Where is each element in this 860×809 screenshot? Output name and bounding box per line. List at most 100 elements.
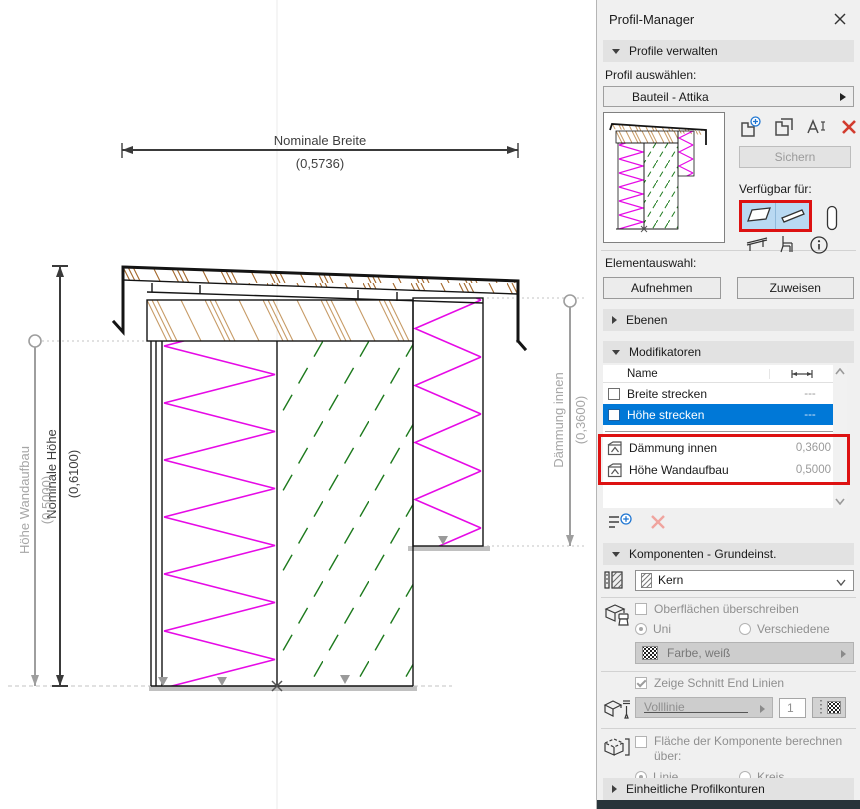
section-label: Modifikatoren xyxy=(629,345,701,359)
available-beam-toggle[interactable] xyxy=(776,203,809,229)
modifier-label: Höhe Wandaufbau xyxy=(629,463,779,477)
collapse-icon xyxy=(612,350,620,355)
farbe-value: Farbe, weiß xyxy=(667,646,730,660)
sichern-button[interactable]: Sichern xyxy=(739,146,851,168)
linientyp-dropdown[interactable]: Volllinie xyxy=(635,697,773,718)
wall-icon xyxy=(746,206,772,226)
area-calc-icon xyxy=(603,734,631,760)
checkbox[interactable] xyxy=(608,409,620,421)
component-name: Kern xyxy=(658,573,683,587)
modifier-label: Höhe strecken xyxy=(627,408,787,422)
info-icon[interactable] xyxy=(809,235,829,255)
dim-modifier-row-daemmung[interactable]: Dämmung innen 0,3600 xyxy=(603,437,847,459)
drawing-canvas[interactable]: Nominale Breite (0,5736) Nominale Höhe (… xyxy=(0,0,596,809)
chevron-right-icon xyxy=(840,93,846,101)
scroll-up-icon[interactable] xyxy=(835,368,845,375)
modifier-row-breite[interactable]: Breite strecken --- xyxy=(603,383,847,404)
panel-title: Profil-Manager xyxy=(609,12,694,27)
delete-profile-icon[interactable] xyxy=(839,117,859,137)
uni-label: Uni xyxy=(653,622,671,636)
column-icon[interactable] xyxy=(825,205,839,231)
section-ebenen[interactable]: Ebenen xyxy=(603,309,854,331)
dim-modifier-row-wandaufbau[interactable]: Höhe Wandaufbau 0,5000 xyxy=(603,459,847,481)
dimension-icon xyxy=(789,369,815,379)
profile-preview xyxy=(603,112,725,243)
chevron-right-icon xyxy=(760,705,765,713)
verschiedene-label: Verschiedene xyxy=(757,622,830,636)
verschiedene-radio[interactable] xyxy=(739,623,751,635)
component-select[interactable]: Kern xyxy=(635,570,854,591)
oberflaechen-checkbox[interactable] xyxy=(635,603,647,615)
profil-auswaehlen-label: Profil auswählen: xyxy=(605,68,854,84)
flaeche-label-line1: Fläche der Komponente berechnen xyxy=(654,734,842,748)
availability-annotation-box xyxy=(739,200,812,232)
delete-modifier-icon-disabled[interactable] xyxy=(649,513,667,531)
add-modifier-icon[interactable] xyxy=(607,512,633,532)
dim-hoehe-wandaufbau: Höhe Wandaufbau (0,5000) xyxy=(17,335,54,686)
dimension-modifier-icon xyxy=(607,441,623,456)
cut-lines-icon xyxy=(603,697,631,721)
modifier-label: Dämmung innen xyxy=(629,441,779,455)
oberflaechen-label: Oberflächen überschreiben xyxy=(654,602,799,616)
farbe-dropdown[interactable]: Farbe, weiß xyxy=(635,642,854,664)
verfuegbar-label: Verfügbar für: xyxy=(739,182,859,197)
profile-hatches xyxy=(123,267,518,686)
new-profile-icon[interactable] xyxy=(739,116,762,138)
railing-icon[interactable] xyxy=(745,236,769,252)
material-swatch-icon xyxy=(642,646,658,660)
duplicate-profile-icon[interactable] xyxy=(773,116,795,138)
section-label: Komponenten - Grundeinst. xyxy=(629,547,776,561)
pen-swatch-icon xyxy=(827,701,841,714)
dim-breite-label: Nominale Breite xyxy=(274,133,367,148)
pen-color-button[interactable] xyxy=(812,697,846,718)
list-scrollbar[interactable] xyxy=(833,365,847,508)
dim-daemmung-value: (0,3600) xyxy=(573,396,588,444)
schnitt-linien-checkbox[interactable] xyxy=(635,677,647,689)
beam-icon xyxy=(780,206,806,226)
dim-wandaufbau-value: (0,5000) xyxy=(39,476,54,524)
section-einheitliche-profilkonturen[interactable]: Einheitliche Profilkonturen xyxy=(603,778,854,800)
dim-wandaufbau-label: Höhe Wandaufbau xyxy=(17,446,32,554)
flaeche-checkbox[interactable] xyxy=(635,736,647,748)
section-komponenten[interactable]: Komponenten - Grundeinst. xyxy=(603,543,854,565)
linetype-preview xyxy=(644,712,748,713)
profil-manager-panel: Profil-Manager Profile verwalten Profil … xyxy=(596,0,860,809)
close-icon[interactable] xyxy=(832,11,848,27)
object-chair-icon[interactable] xyxy=(779,234,795,254)
expand-icon xyxy=(612,785,617,793)
collapse-icon xyxy=(612,49,620,54)
scroll-down-icon[interactable] xyxy=(835,498,845,505)
available-wall-toggle[interactable] xyxy=(742,203,775,229)
modifier-list: Name Breite strecken --- Höhe strecken -… xyxy=(603,365,847,508)
section-label: Profile verwalten xyxy=(629,44,718,58)
dim-daemmung-innen: Dämmung innen (0,3600) xyxy=(551,295,588,546)
component-swatch-icon xyxy=(641,573,652,588)
uni-radio[interactable] xyxy=(635,623,647,635)
divider xyxy=(601,728,856,729)
zuweisen-button[interactable]: Zuweisen xyxy=(737,277,855,299)
dim-daemmung-label: Dämmung innen xyxy=(551,372,566,467)
dim-nominale-breite: Nominale Breite (0,5736) xyxy=(122,133,518,171)
section-label: Einheitliche Profilkonturen xyxy=(626,782,765,796)
section-profile-verwalten[interactable]: Profile verwalten xyxy=(603,40,854,62)
dimension-modifier-icon xyxy=(607,463,623,478)
expand-icon xyxy=(612,316,617,324)
schnitt-linien-label: Zeige Schnitt End Linien xyxy=(654,676,784,690)
profile-name: Bauteil - Attika xyxy=(632,90,709,104)
component-icon xyxy=(603,570,625,590)
chevron-right-icon xyxy=(841,650,846,658)
bottom-edge-bar xyxy=(597,800,860,809)
divider xyxy=(601,671,856,672)
pen-number-input[interactable]: 1 xyxy=(779,698,806,718)
aufnehmen-button[interactable]: Aufnehmen xyxy=(603,277,721,299)
section-modifikatoren[interactable]: Modifikatoren xyxy=(603,341,854,363)
checkbox[interactable] xyxy=(608,388,620,400)
modifier-row-hoehe-selected[interactable]: Höhe strecken --- xyxy=(603,404,847,425)
rename-profile-icon[interactable] xyxy=(806,117,828,137)
collapse-icon xyxy=(612,552,620,557)
profile-select-dropdown[interactable]: Bauteil - Attika xyxy=(603,86,854,107)
flaeche-label-line2: über: xyxy=(654,749,681,763)
pen-divider xyxy=(820,700,822,715)
dim-hoehe-value: (0,6100) xyxy=(66,450,81,498)
dim-breite-value: (0,5736) xyxy=(296,156,344,171)
